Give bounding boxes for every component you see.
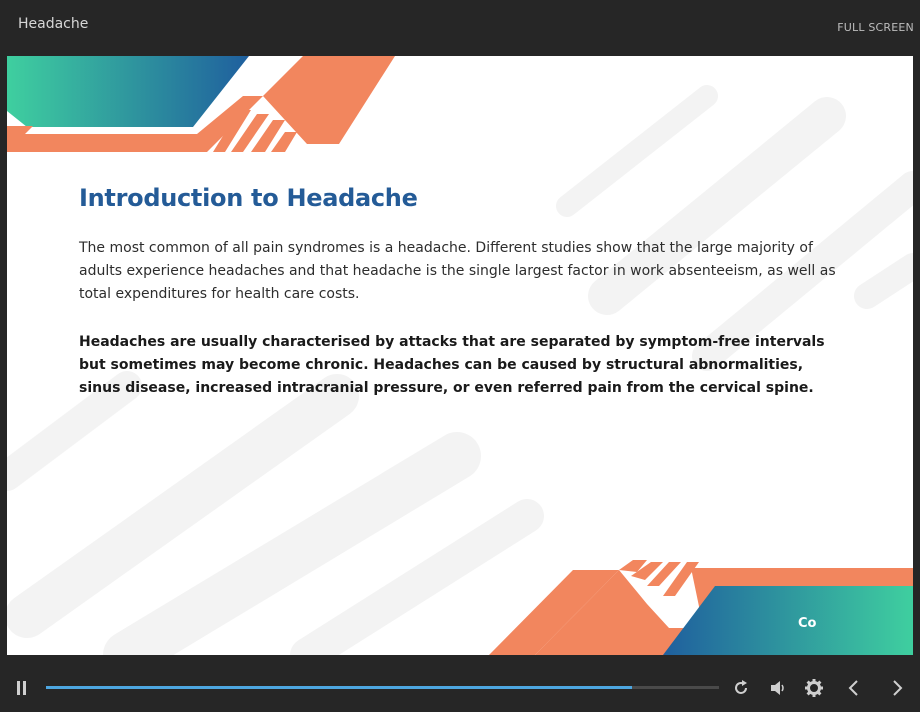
chevron-left-icon[interactable] <box>844 678 864 698</box>
progress-bar[interactable] <box>46 686 719 689</box>
volume-icon[interactable] <box>768 678 788 698</box>
player-controls <box>0 666 920 712</box>
intro-paragraph: The most common of all pain syndromes is… <box>79 240 836 302</box>
continue-button[interactable]: Co <box>798 616 816 631</box>
slide-heading: Introduction to Headache <box>79 184 418 212</box>
window-title: Headache <box>18 16 89 32</box>
fullscreen-button[interactable]: FULL SCREEN <box>837 21 914 34</box>
chevron-right-icon[interactable] <box>887 678 907 698</box>
top-bar: Headache FULL SCREEN <box>0 0 920 56</box>
pause-icon[interactable] <box>17 681 29 695</box>
slide: Introduction to Headache The most common… <box>7 56 913 655</box>
gear-icon[interactable] <box>804 678 824 698</box>
progress-fill <box>46 686 632 689</box>
replay-icon[interactable] <box>731 678 751 698</box>
detail-paragraph: Headaches are usually characterised by a… <box>79 334 825 396</box>
